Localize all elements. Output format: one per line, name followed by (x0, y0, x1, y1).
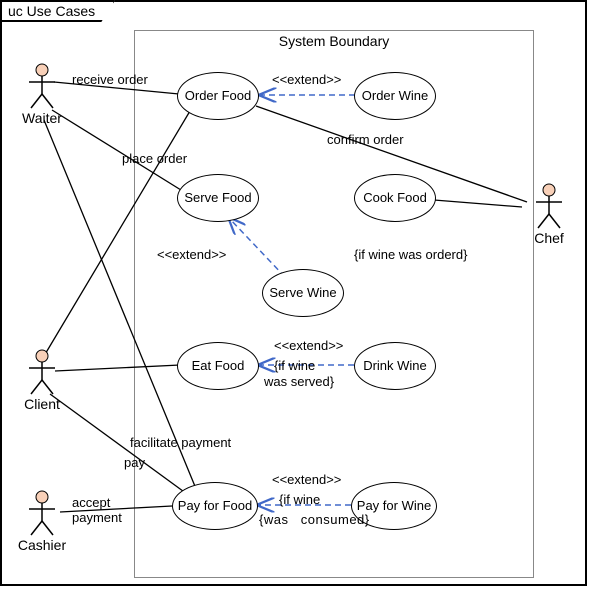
label-accept-payment: acceptpayment (72, 495, 122, 525)
usecase-order-wine: Order Wine (354, 72, 436, 120)
frame-title: uc Use Cases (0, 0, 115, 22)
diagram-frame: uc Use Cases System Boundary (0, 0, 587, 586)
label-extend-1: <<extend>> (272, 72, 341, 87)
usecase-serve-food: Serve Food (177, 174, 259, 222)
actor-cashier: Cashier (12, 489, 72, 553)
label-pay: pay (124, 455, 145, 470)
actor-cashier-label: Cashier (12, 537, 72, 553)
label-guard-ordered: {if wine was orderd} (354, 247, 467, 262)
usecase-label: Serve Food (184, 191, 251, 206)
label-extend-3: <<extend>> (274, 338, 343, 353)
usecase-label: Order Food (185, 89, 251, 104)
usecase-pay-food: Pay for Food (172, 482, 258, 530)
label-extend-4: <<extend>> (272, 472, 341, 487)
usecase-label: Cook Food (363, 191, 427, 206)
usecase-label: Drink Wine (363, 359, 427, 374)
label-extend-2: <<extend>> (157, 247, 226, 262)
label-confirm-order: confirm order (327, 132, 404, 147)
actor-waiter: Waiter (12, 62, 72, 126)
label-guard-consumed-b: {was consumed} (259, 512, 370, 527)
usecase-serve-wine: Serve Wine (262, 269, 344, 317)
label-guard-served-a: {if wine (274, 358, 315, 373)
usecase-cook-food: Cook Food (354, 174, 436, 222)
usecase-drink-wine: Drink Wine (354, 342, 436, 390)
label-guard-consumed-a: {if wine (279, 492, 320, 507)
label-guard-served-b: was served} (264, 374, 334, 389)
actor-client: Client (12, 348, 72, 412)
label-place-order: place order (122, 151, 187, 166)
actor-chef-label: Chef (519, 230, 579, 246)
label-receive-order: receive order (72, 72, 148, 87)
usecase-eat-food: Eat Food (177, 342, 259, 390)
boundary-title: System Boundary (135, 33, 533, 49)
actor-client-label: Client (12, 396, 72, 412)
usecase-label: Eat Food (192, 359, 245, 374)
actor-chef: Chef (519, 182, 579, 246)
actor-waiter-label: Waiter (12, 110, 72, 126)
usecase-label: Order Wine (362, 89, 428, 104)
usecase-order-food: Order Food (177, 72, 259, 120)
usecase-label: Serve Wine (269, 286, 336, 301)
usecase-label: Pay for Food (178, 499, 252, 514)
label-facilitate-payment: facilitate payment (130, 435, 231, 450)
